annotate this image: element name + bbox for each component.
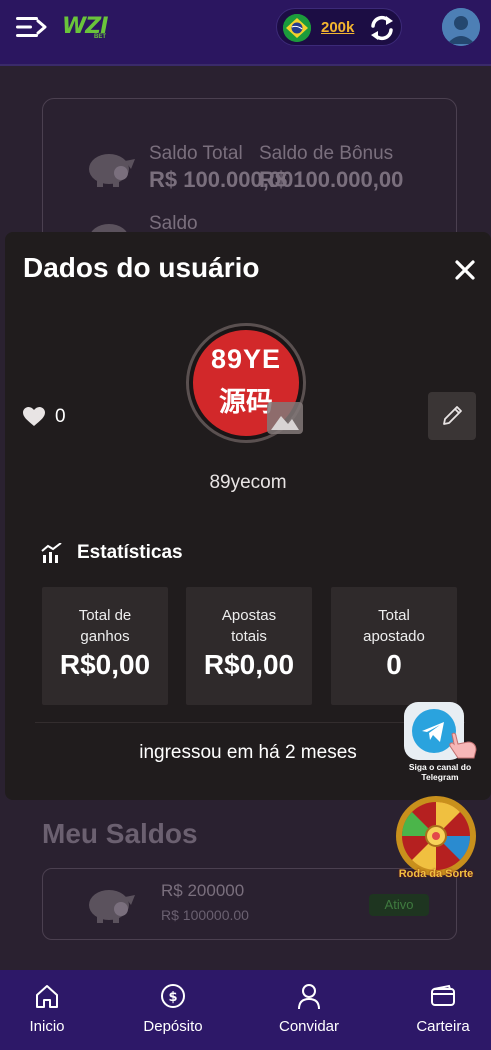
stat-card-apostas-totais: Apostas totais R$0,00 bbox=[186, 587, 312, 705]
nav-item-convidar[interactable]: Convidar bbox=[276, 982, 342, 1035]
menu-icon[interactable] bbox=[16, 14, 48, 40]
stat-value: 0 bbox=[386, 649, 402, 680]
wheel-label: Roda da Sorte bbox=[398, 868, 474, 880]
stats-title: Estatísticas bbox=[77, 542, 183, 563]
stat-label: Total apostado bbox=[363, 607, 425, 645]
stat-card-total-apostado: Total apostado 0 bbox=[331, 587, 457, 705]
nav-item-inicio[interactable]: Inicio bbox=[24, 982, 70, 1035]
stats-chart-icon bbox=[41, 543, 62, 563]
close-icon[interactable] bbox=[451, 256, 479, 284]
nav-item-deposito[interactable]: $ Depósito bbox=[138, 982, 208, 1035]
hand-pointer-icon bbox=[449, 732, 477, 759]
row-amount: R$ 200000 bbox=[161, 881, 245, 900]
edit-button[interactable] bbox=[428, 392, 476, 440]
bottom-nav: Inicio $ Depósito Convidar Carteira bbox=[0, 970, 491, 1050]
lucky-wheel-widget[interactable]: Roda da Sorte bbox=[388, 792, 484, 886]
stat-card-total-ganhos: Total de ganhos R$0,00 bbox=[42, 587, 168, 705]
stat-value: R$0,00 bbox=[59, 649, 151, 680]
telegram-label: Siga o canal do Telegram bbox=[408, 762, 472, 782]
saldo-total-label: Saldo Total bbox=[149, 143, 243, 164]
piggy-bank-icon bbox=[89, 890, 135, 923]
username: 89yecom bbox=[209, 472, 287, 493]
avatar-icon[interactable] bbox=[442, 8, 480, 46]
change-image-icon[interactable] bbox=[267, 402, 303, 434]
nav-label: Inicio bbox=[29, 1018, 65, 1035]
nav-label: Convidar bbox=[278, 1018, 340, 1035]
svg-text:$: $ bbox=[168, 990, 177, 1005]
pencil-icon bbox=[443, 406, 462, 425]
balance-pill[interactable]: 200k bbox=[276, 8, 402, 46]
logo-sub-text: BET bbox=[94, 34, 106, 40]
avatar-text-top: 89YE bbox=[210, 344, 282, 374]
top-header: WZI BET 200k bbox=[0, 0, 491, 66]
brazil-flag-icon bbox=[283, 14, 311, 42]
nav-label: Depósito bbox=[143, 1018, 203, 1035]
balance-amount[interactable]: 200k bbox=[321, 19, 354, 36]
telegram-widget[interactable]: Siga o canal do Telegram bbox=[398, 700, 482, 788]
home-icon bbox=[36, 985, 58, 1008]
saldo-bonus-label: Saldo de Bônus bbox=[259, 143, 394, 164]
refresh-icon[interactable] bbox=[367, 13, 397, 43]
wallet-icon bbox=[431, 984, 455, 1006]
piggy-bank-icon bbox=[89, 154, 135, 187]
brand-logo[interactable]: WZI BET bbox=[62, 14, 108, 44]
deposit-icon: $ bbox=[161, 984, 185, 1008]
stat-value: R$0,00 bbox=[203, 649, 295, 680]
stats-header: Estatísticas bbox=[41, 542, 183, 564]
user-icon bbox=[298, 984, 320, 1010]
modal-title: Dados do usuário bbox=[23, 252, 260, 283]
nav-item-carteira[interactable]: Carteira bbox=[412, 982, 474, 1035]
nav-label: Carteira bbox=[416, 1018, 470, 1035]
stat-label: Apostas totais bbox=[221, 607, 277, 645]
likes-counter[interactable]: 0 bbox=[23, 404, 66, 430]
heart-icon bbox=[23, 407, 45, 426]
meu-saldos-title: Meu Saldos bbox=[42, 818, 198, 849]
stat-label: Total de ganhos bbox=[78, 607, 132, 645]
saldo-bonus-value: R$ 100.000,00 bbox=[259, 167, 404, 192]
status-badge: Ativo bbox=[369, 894, 429, 916]
likes-count: 0 bbox=[55, 406, 66, 427]
row-sub-amount: R$ 100000.00 bbox=[161, 907, 249, 923]
